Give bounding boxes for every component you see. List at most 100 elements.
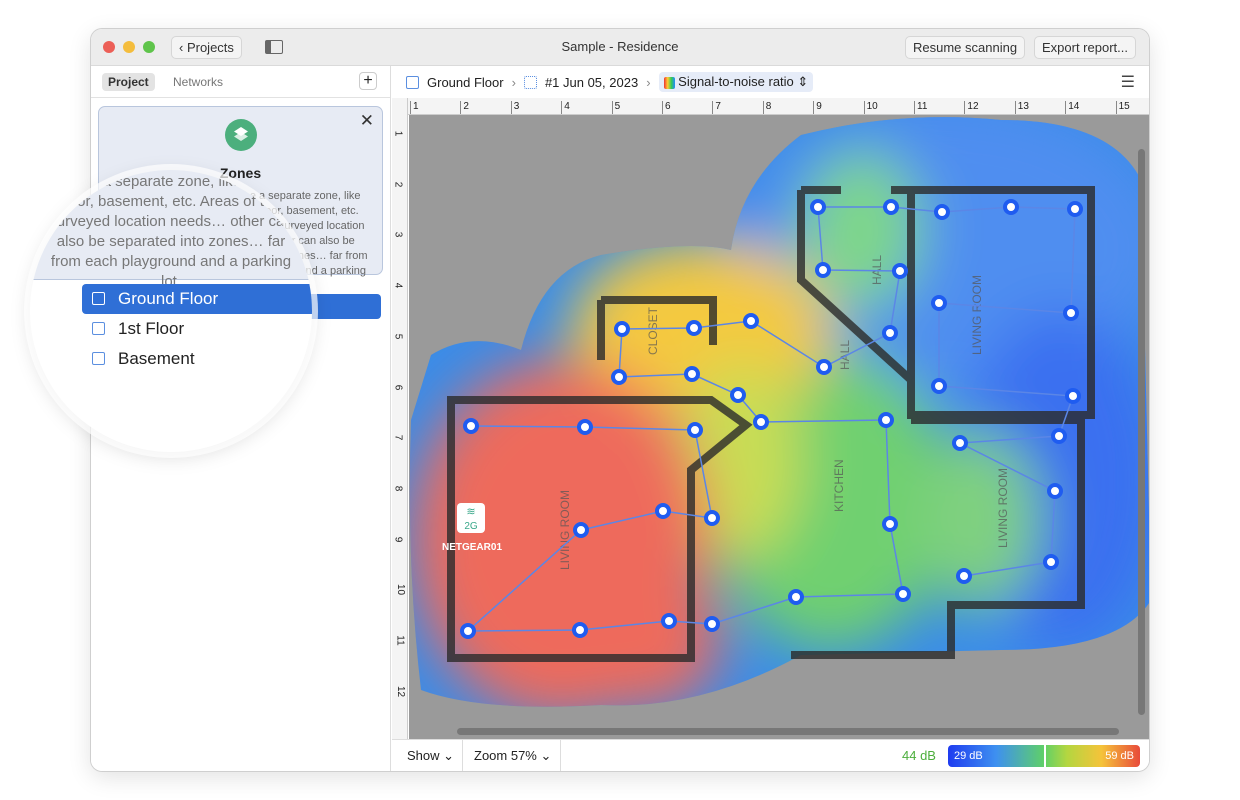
ruler-tick-label: 11 xyxy=(914,101,927,114)
survey-point[interactable] xyxy=(687,422,703,438)
survey-point[interactable] xyxy=(931,295,947,311)
ruler-tick-label: 2 xyxy=(392,181,404,187)
breadcrumb-survey[interactable]: #1 Jun 05, 2023 xyxy=(545,75,638,90)
survey-point[interactable] xyxy=(956,568,972,584)
zone-label: Basement xyxy=(118,349,195,368)
ruler-tick-label: 6 xyxy=(662,101,671,114)
legend-marker xyxy=(1044,745,1046,767)
close-card-icon[interactable]: ✕ xyxy=(360,111,374,131)
visualization-select[interactable]: Signal-to-noise ratio ⇕ xyxy=(658,72,814,92)
zoom-menu[interactable]: Zoom 57% ⌄ xyxy=(474,748,551,764)
ruler-tick-label: 11 xyxy=(394,635,406,646)
zone-label: 1st Floor xyxy=(118,319,185,338)
room-label: KITCHEN xyxy=(832,459,846,512)
survey-point[interactable] xyxy=(684,366,700,382)
room-label: HALL xyxy=(870,255,884,285)
survey-point[interactable] xyxy=(882,325,898,341)
ruler-tick-label: 4 xyxy=(561,101,570,114)
survey-point[interactable] xyxy=(952,435,968,451)
magnified-card-text: …to be a separate zone, like ground floo… xyxy=(49,173,293,290)
survey-point[interactable] xyxy=(460,623,476,639)
heatmap-floorplan: CLOSET HALL HALL LIVING ROOM LIVING ROOM… xyxy=(409,117,1149,707)
survey-point[interactable] xyxy=(704,510,720,526)
survey-point[interactable] xyxy=(1003,199,1019,215)
survey-point[interactable] xyxy=(611,369,627,385)
ruler-tick-label: 5 xyxy=(392,333,404,340)
survey-point[interactable] xyxy=(815,262,831,278)
zoom-label: Zoom 57% xyxy=(474,748,537,763)
ruler-tick-label: 8 xyxy=(392,485,404,492)
survey-point[interactable] xyxy=(577,419,593,435)
survey-point[interactable] xyxy=(1043,554,1059,570)
survey-point[interactable] xyxy=(573,522,589,538)
survey-point[interactable] xyxy=(730,387,746,403)
vertical-scrollbar[interactable] xyxy=(1138,149,1145,715)
survey-point[interactable] xyxy=(1067,201,1083,217)
magnified-zone-ground-floor[interactable]: Ground Floor xyxy=(82,284,312,314)
survey-point[interactable] xyxy=(883,199,899,215)
show-menu[interactable]: Show ⌄ xyxy=(407,748,454,764)
survey-point[interactable] xyxy=(931,378,947,394)
tab-networks[interactable]: Networks xyxy=(167,73,229,91)
survey-point[interactable] xyxy=(878,412,894,428)
ruler-tick-label: 9 xyxy=(813,101,822,114)
breadcrumb-floor[interactable]: Ground Floor xyxy=(427,75,504,90)
add-zone-button[interactable]: + xyxy=(359,72,377,90)
survey-point[interactable] xyxy=(661,613,677,629)
magnified-zone-1st-floor[interactable]: 1st Floor xyxy=(82,314,312,344)
settings-sliders-icon[interactable]: ☰ xyxy=(1121,72,1135,92)
ap-band: 2G xyxy=(464,521,478,532)
legend-max: 59 dB xyxy=(1105,750,1134,762)
survey-point[interactable] xyxy=(816,359,832,375)
divider xyxy=(91,97,390,98)
zones-layers-icon xyxy=(225,119,257,151)
survey-point[interactable] xyxy=(882,516,898,532)
tab-project[interactable]: Project xyxy=(102,73,155,91)
heatmap-icon xyxy=(663,76,675,89)
floor-icon xyxy=(92,292,105,305)
survey-point[interactable] xyxy=(788,589,804,605)
floor-icon xyxy=(92,352,105,365)
export-report-button[interactable]: Export report... xyxy=(1034,36,1136,59)
ruler-tick-label: 10 xyxy=(395,584,407,596)
survey-point[interactable] xyxy=(895,586,911,602)
survey-point[interactable] xyxy=(743,313,759,329)
room-label: CLOSET xyxy=(646,306,660,355)
wifi-icon: ≋ xyxy=(466,506,475,518)
survey-point[interactable] xyxy=(572,622,588,638)
ap-name: NETGEAR01 xyxy=(442,542,502,553)
ruler-tick-label: 13 xyxy=(1014,101,1029,114)
horizontal-scrollbar[interactable] xyxy=(457,728,1119,735)
survey-point[interactable] xyxy=(1065,388,1081,404)
survey-point[interactable] xyxy=(686,320,702,336)
room-label: LIVING ROOM xyxy=(558,490,572,570)
magnifier-callout: …to be a separate zone, like ground floo… xyxy=(30,170,312,452)
magnified-zone-basement[interactable]: Basement xyxy=(82,344,312,374)
survey-point[interactable] xyxy=(810,199,826,215)
ruler-tick-label: 4 xyxy=(392,282,404,289)
ruler-tick-label: 8 xyxy=(762,101,771,114)
survey-point[interactable] xyxy=(934,204,950,220)
survey-point[interactable] xyxy=(463,418,479,434)
survey-point[interactable] xyxy=(655,503,671,519)
snr-legend-bar: 29 dB 59 dB xyxy=(948,745,1140,767)
legend-min: 29 dB xyxy=(954,750,983,762)
vertical-ruler: 1 2 3 4 5 6 7 8 9 10 11 12 xyxy=(392,98,408,739)
floorplan-canvas[interactable]: CLOSET HALL HALL LIVING ROOM LIVING ROOM… xyxy=(409,115,1149,739)
ruler-tick-label: 7 xyxy=(392,434,404,441)
survey-point[interactable] xyxy=(753,414,769,430)
zone-label: Ground Floor xyxy=(118,289,219,308)
survey-point[interactable] xyxy=(614,321,630,337)
survey-point[interactable] xyxy=(1063,305,1079,321)
survey-point[interactable] xyxy=(1047,483,1063,499)
bottom-toolbar: Show ⌄ Zoom 57% ⌄ 44 dB 29 dB 59 dB xyxy=(392,739,1149,771)
survey-point[interactable] xyxy=(892,263,908,279)
survey-point[interactable] xyxy=(704,616,720,632)
ruler-tick-label: 1 xyxy=(410,101,419,114)
survey-point[interactable] xyxy=(1051,428,1067,444)
resume-scanning-button[interactable]: Resume scanning xyxy=(905,36,1026,59)
ruler-tick-label: 10 xyxy=(863,101,878,114)
visualization-label: Signal-to-noise ratio xyxy=(678,74,794,89)
room-label: HALL xyxy=(838,340,852,370)
horizontal-ruler: 1 2 3 4 5 6 7 8 9 10 11 12 13 14 15 xyxy=(408,98,1149,115)
